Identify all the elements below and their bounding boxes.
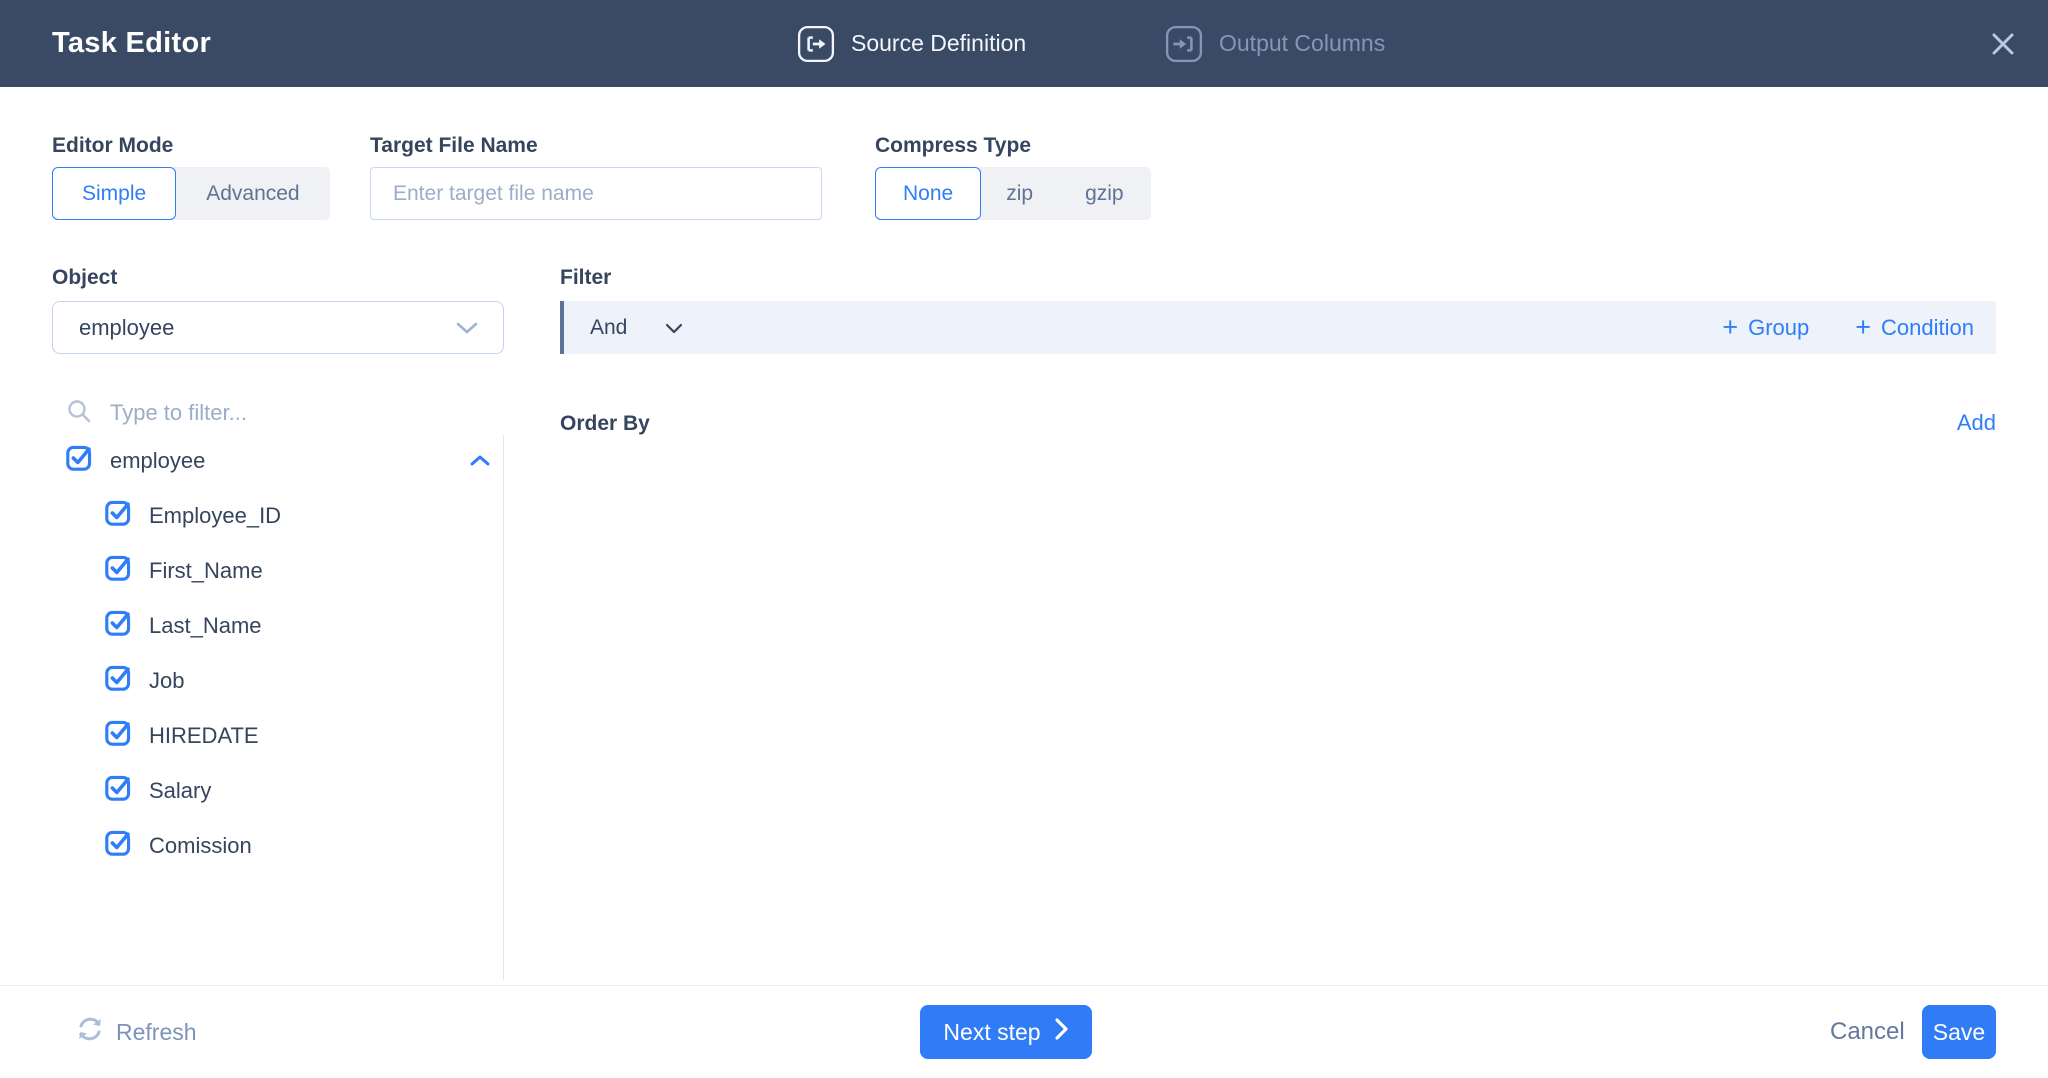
tree-node-label: HIREDATE (149, 722, 259, 748)
field-search (66, 392, 486, 434)
tab-output-columns-label: Output Columns (1219, 30, 1386, 56)
refresh-icon (74, 1013, 106, 1051)
compress-type-option-gzip[interactable]: gzip (1058, 167, 1151, 220)
next-step-label: Next step (943, 1018, 1041, 1045)
checkbox-checked-icon[interactable] (104, 773, 133, 808)
tab-source-definition[interactable]: Source Definition (797, 0, 1026, 87)
source-definition-icon (797, 25, 835, 63)
add-condition-label: Condition (1881, 314, 1974, 340)
save-button[interactable]: Save (1922, 1005, 1996, 1059)
field-tree: employee Employee_ID First_Name Last_Nam… (52, 433, 503, 873)
checkbox-checked-icon[interactable] (104, 663, 133, 698)
chevron-down-icon (455, 315, 479, 341)
refresh-button[interactable]: Refresh (74, 986, 197, 1078)
filter-operator-value: And (590, 315, 628, 339)
compress-type-label: Compress Type (875, 134, 1031, 157)
add-condition-button[interactable]: + Condition (1855, 314, 1974, 341)
compress-type-option-zip[interactable]: zip (981, 167, 1058, 220)
output-columns-icon (1165, 25, 1203, 63)
search-input[interactable] (110, 400, 486, 426)
add-group-button[interactable]: + Group (1722, 314, 1809, 341)
target-file-name-label: Target File Name (370, 134, 538, 157)
search-icon (66, 398, 92, 429)
order-by-add-button[interactable]: Add (1957, 410, 1996, 436)
tree-node-field[interactable]: Comission (52, 818, 503, 873)
tree-node-label: Job (149, 667, 185, 693)
checkbox-checked-icon[interactable] (104, 608, 133, 643)
target-file-name-input[interactable] (370, 167, 822, 220)
editor-mode-option-simple[interactable]: Simple (52, 167, 177, 220)
tree-node-field[interactable]: First_Name (52, 543, 503, 598)
add-group-label: Group (1748, 314, 1810, 340)
close-icon[interactable] (1980, 0, 2026, 87)
tree-node-field[interactable]: HIREDATE (52, 708, 503, 763)
checkbox-checked-icon[interactable] (104, 718, 133, 753)
refresh-label: Refresh (116, 1018, 197, 1045)
plus-icon: + (1722, 312, 1739, 342)
sidebar-divider (503, 435, 504, 980)
tree-node-label: Salary (149, 777, 212, 803)
dialog-header: Task Editor Source Definition Output Col… (0, 0, 2048, 87)
object-select[interactable]: employee (52, 301, 504, 354)
checkbox-checked-icon[interactable] (104, 498, 133, 533)
tree-node-field[interactable]: Salary (52, 763, 503, 818)
filter-bar: And + Group + Condition (560, 301, 1996, 354)
footer: Refresh Next step Cancel Save (0, 985, 2048, 1077)
tab-source-definition-label: Source Definition (851, 30, 1027, 56)
tree-node-label: First_Name (149, 557, 263, 583)
order-by-label: Order By (560, 412, 650, 435)
tree-node-label: Employee_ID (149, 502, 282, 528)
dialog-title: Task Editor (52, 27, 212, 59)
object-select-value: employee (79, 314, 175, 340)
compress-type-toggle: None zip gzip (875, 167, 1151, 220)
tree-node-label: Comission (149, 832, 252, 858)
next-step-button[interactable]: Next step (920, 1005, 1092, 1059)
filter-operator-select[interactable]: And (590, 316, 683, 340)
checkbox-checked-icon[interactable] (104, 828, 133, 863)
chevron-up-icon[interactable] (469, 454, 491, 467)
tree-node-label: employee (110, 447, 206, 473)
tree-node-field[interactable]: Last_Name (52, 598, 503, 653)
chevron-right-icon (1054, 1017, 1069, 1047)
filter-label: Filter (560, 266, 612, 289)
tree-node-employee[interactable]: employee (52, 433, 503, 488)
tree-node-field[interactable]: Employee_ID (52, 488, 503, 543)
editor-mode-label: Editor Mode (52, 134, 174, 157)
object-label: Object (52, 266, 118, 289)
chevron-down-icon (665, 316, 683, 340)
checkbox-checked-icon[interactable] (104, 553, 133, 588)
checkbox-checked-icon[interactable] (65, 443, 94, 478)
tree-node-field[interactable]: Job (52, 653, 503, 708)
editor-mode-toggle: Simple Advanced (52, 167, 330, 220)
editor-mode-option-advanced[interactable]: Advanced (176, 167, 329, 220)
cancel-button[interactable]: Cancel (1830, 986, 1905, 1078)
tab-output-columns[interactable]: Output Columns (1165, 0, 1385, 87)
plus-icon: + (1855, 312, 1872, 342)
compress-type-option-none[interactable]: None (875, 167, 982, 220)
tree-node-label: Last_Name (149, 612, 262, 638)
